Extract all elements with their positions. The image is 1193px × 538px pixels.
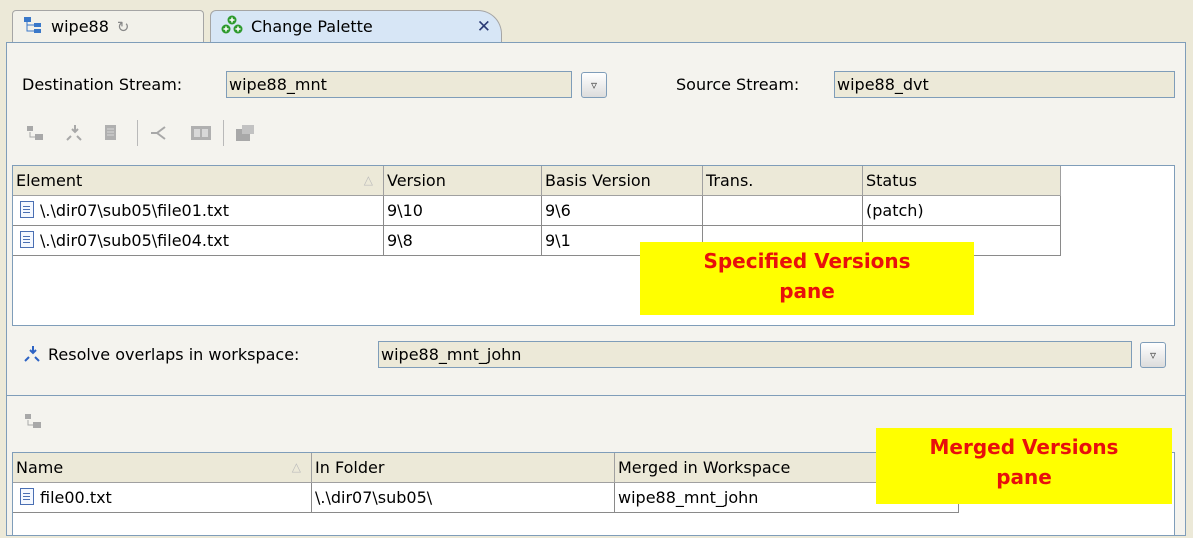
sort-ascending-icon: △ bbox=[363, 173, 373, 187]
refresh-icon: ↻ bbox=[116, 17, 130, 36]
folder-cell: \.\dir07\sub05\ bbox=[312, 483, 615, 513]
deliver-icon[interactable] bbox=[24, 122, 46, 144]
tab-wipe88-label: wipe88 bbox=[51, 17, 109, 36]
column-header-basis-version[interactable]: Basis Version bbox=[542, 166, 703, 196]
file-icon bbox=[20, 488, 34, 505]
column-header-name[interactable]: Name △ bbox=[13, 453, 312, 483]
resolve-workspace-dropdown-button[interactable]: ▿ bbox=[1140, 342, 1166, 368]
version-cell: 9\10 bbox=[384, 196, 542, 226]
merged-versions-callout: Merged Versions pane bbox=[876, 428, 1172, 504]
toolbar-separator bbox=[137, 120, 138, 146]
destination-stream-field[interactable]: wipe88_mnt bbox=[226, 71, 572, 98]
column-header-version[interactable]: Version bbox=[384, 166, 542, 196]
column-header-element[interactable]: Element △ bbox=[13, 166, 384, 196]
dropdown-arrow-icon: ▿ bbox=[590, 78, 598, 92]
trans-cell bbox=[703, 196, 863, 226]
status-cell: (patch) bbox=[863, 196, 1061, 226]
resolve-overlaps-label: Resolve overlaps in workspace: bbox=[48, 345, 300, 364]
source-stream-field[interactable]: wipe88_dvt bbox=[834, 71, 1175, 98]
destination-stream-dropdown-button[interactable]: ▿ bbox=[581, 72, 607, 98]
sort-ascending-icon: △ bbox=[291, 460, 301, 474]
document-icon[interactable] bbox=[100, 122, 122, 144]
version-cell: 9\8 bbox=[384, 226, 542, 256]
column-header-status[interactable]: Status bbox=[863, 166, 1061, 196]
properties-icon[interactable] bbox=[234, 122, 256, 144]
file-icon bbox=[20, 201, 34, 218]
dropdown-arrow-icon: ▿ bbox=[1149, 348, 1157, 362]
file-name: file00.txt bbox=[40, 488, 112, 507]
resolve-overlaps-icon[interactable] bbox=[64, 122, 86, 144]
resolve-workspace-field[interactable]: wipe88_mnt_john bbox=[378, 341, 1132, 368]
basis-version-cell: 9\6 bbox=[542, 196, 703, 226]
compare-icon[interactable] bbox=[190, 122, 212, 144]
tab-wipe88[interactable]: wipe88 ↻ bbox=[12, 10, 204, 42]
version-tree-icon[interactable] bbox=[148, 122, 170, 144]
specified-versions-table: Element △ Version Basis Version Trans. S… bbox=[12, 165, 1175, 326]
specified-versions-callout: Specified Versions pane bbox=[640, 242, 974, 315]
tab-change-palette-label: Change Palette bbox=[251, 17, 373, 36]
stream-tree-icon bbox=[23, 16, 43, 38]
pane-divider bbox=[6, 395, 1186, 396]
resolve-overlaps-icon bbox=[22, 343, 44, 365]
change-palette-icon bbox=[221, 15, 243, 39]
tab-change-palette[interactable]: Change Palette ✕ bbox=[210, 10, 502, 42]
source-stream-label: Source Stream: bbox=[676, 75, 800, 94]
close-icon[interactable]: ✕ bbox=[477, 17, 491, 37]
file-icon bbox=[20, 231, 34, 248]
toolbar-separator bbox=[223, 120, 224, 146]
destination-stream-label: Destination Stream: bbox=[22, 75, 183, 94]
deliver-icon[interactable] bbox=[22, 410, 44, 432]
column-header-in-folder[interactable]: In Folder bbox=[312, 453, 615, 483]
element-path: \.\dir07\sub05\file04.txt bbox=[40, 231, 230, 250]
element-path: \.\dir07\sub05\file01.txt bbox=[40, 201, 230, 220]
column-header-trans[interactable]: Trans. bbox=[703, 166, 863, 196]
